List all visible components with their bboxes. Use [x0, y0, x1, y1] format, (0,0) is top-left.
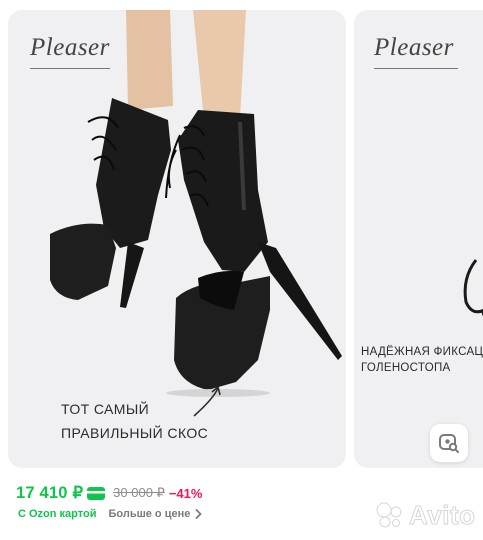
image-caption: НАДЁЖНАЯ ФИКСАЦ ГОЛЕНОСТОПА [361, 344, 483, 376]
shoe-photo [463, 259, 483, 317]
price-details-row: С Ozon картой Больше о цене [18, 508, 203, 520]
brand-logo: Pleaser [30, 34, 110, 61]
price-row: 17 410 ₽ 30 000 ₽ −41% [16, 482, 202, 504]
caption-line: НАДЁЖНАЯ ФИКСАЦ [361, 346, 483, 358]
image-search-button[interactable] [430, 424, 468, 462]
avito-logo-icon [376, 502, 402, 527]
logo-underline [30, 68, 110, 69]
product-image-card[interactable]: Pleaser ТОТ САМЫЙ ПРАВИЛЬНЫЙ СКОС [8, 10, 346, 468]
logo-underline [374, 68, 458, 69]
ozon-card-label: С Ozon картой [18, 508, 97, 520]
more-about-price-label: Больше о цене [108, 508, 191, 520]
caption-line: ПРАВИЛЬНЫЙ СКОС [61, 425, 209, 441]
image-caption: ТОТ САМЫЙ ПРАВИЛЬНЫЙ СКОС [61, 397, 208, 445]
avito-watermark-text: Avito [409, 500, 476, 531]
caption-line: ГОЛЕНОСТОПА [361, 362, 451, 374]
brand-logo: Pleaser [374, 34, 454, 61]
caption-line: ТОТ САМЫЙ [61, 401, 150, 417]
old-price: 30 000 ₽ [113, 485, 165, 500]
more-about-price-link[interactable]: Больше о цене [108, 508, 203, 520]
avito-watermark: Avito [375, 500, 476, 531]
current-price: 17 410 ₽ [16, 484, 84, 502]
discount-badge: −41% [168, 485, 203, 501]
product-image-card[interactable]: Pleaser НАДЁЖНАЯ ФИКСАЦ ГОЛЕНОСТОПА [354, 10, 483, 468]
green-card-icon [87, 486, 106, 500]
image-search-icon [439, 434, 459, 453]
chevron-right-icon [195, 509, 203, 519]
